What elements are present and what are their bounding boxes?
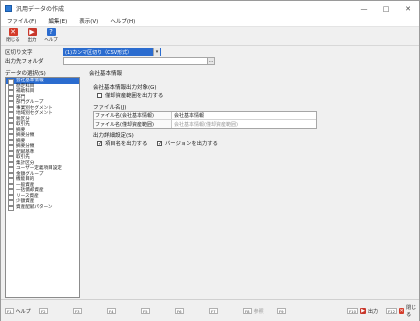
close-icon: ✕ <box>399 308 405 314</box>
help-icon: ? <box>46 28 56 36</box>
file-row: ファイル名(会社基本情報) 会社基本情報 <box>94 112 316 120</box>
detail-option-item-name[interactable]: ✓ 項目名を出力する <box>97 139 147 147</box>
function-key-tag: F5 <box>141 308 150 314</box>
close-button-label: 閉じる <box>6 38 20 43</box>
output-button[interactable]: ▶ 出力 <box>23 27 41 45</box>
app-window: 汎用データの作成 — □ ✕ ファイル(F) 編集(E) 表示(V) ヘルプ(H… <box>0 0 420 321</box>
output-target-checkbox-label: 僅却資産範囲を出力する <box>105 93 164 99</box>
function-key-tag: F10 <box>347 308 359 314</box>
delimiter-label: 区切り文字 <box>5 49 33 56</box>
function-key-label: ヘルプ <box>15 308 31 315</box>
maximize-button[interactable]: □ <box>375 1 397 16</box>
filename-input[interactable]: 会社基本情報(僅却資産範囲) <box>172 120 316 128</box>
menu-bar: ファイル(F) 編集(E) 表示(V) ヘルプ(H) <box>1 16 419 27</box>
output-target-option[interactable]: 僅却資産範囲を出力する <box>97 91 163 99</box>
delimiter-value: (1)カンマ区切り（CSV形式） <box>65 49 133 56</box>
function-key-f10[interactable]: F10 ▶ 出力 <box>347 306 378 316</box>
help-button-label: ヘルプ <box>44 38 58 43</box>
menu-view[interactable]: 表示(V) <box>73 17 104 25</box>
toolbar: ✕ 閉じる ▶ 出力 ? ヘルプ <box>1 27 419 46</box>
item-name-checkbox-label: 項目名を出力する <box>105 141 148 147</box>
data-list-title: データの選択(S) <box>5 71 46 77</box>
function-key-f4: F4 <box>107 306 116 316</box>
close-window-button[interactable]: ✕ <box>397 1 419 16</box>
output-icon: ▶ <box>27 28 37 36</box>
window-controls: — □ ✕ <box>353 1 419 16</box>
delimiter-select[interactable]: (1)カンマ区切り（CSV形式） ▾ <box>63 48 161 56</box>
data-listbox[interactable]: 会社基本情報 勘定科目 補助科目 部門 部門グループ 事業別セグメント 地域別セグメント 税区… <box>5 77 80 298</box>
minimize-button[interactable]: — <box>353 1 375 16</box>
function-key-tag: F9 <box>277 308 286 314</box>
window-title: 汎用データの作成 <box>16 6 65 13</box>
function-key-label: 参照 <box>253 308 264 315</box>
folder-label: 出力先フォルダ <box>5 58 44 65</box>
function-key-tag: F12 <box>386 308 398 314</box>
menu-edit[interactable]: 編集(E) <box>42 17 73 25</box>
output-target-label: 会社基本情報出力対象(G) <box>93 85 157 91</box>
function-key-tag: F3 <box>73 308 82 314</box>
filename-label: ファイル名(J) <box>93 105 127 111</box>
function-key-f8: F8 参照 <box>243 306 264 316</box>
function-key-f6: F6 <box>175 306 184 316</box>
function-key-label: 閉じる <box>406 305 417 318</box>
item-name-checkbox[interactable]: ✓ <box>97 140 102 146</box>
file-row: ファイル名(僅却資産範囲) 会社基本情報(僅却資産範囲) <box>94 120 316 128</box>
menu-file[interactable]: ファイル(F) <box>1 17 42 25</box>
function-key-tag: F4 <box>107 308 116 314</box>
delimiter-row: 区切り文字 <box>5 47 63 56</box>
menu-help[interactable]: ヘルプ(H) <box>104 17 141 25</box>
chevron-down-icon[interactable]: ▾ <box>153 48 160 56</box>
function-key-f5: F5 <box>141 306 150 316</box>
file-row-label: ファイル名(会社基本情報) <box>94 112 172 119</box>
function-key-tag: F2 <box>39 308 48 314</box>
browse-folder-button[interactable]: … <box>207 57 215 65</box>
close-button[interactable]: ✕ 閉じる <box>4 27 22 45</box>
output-button-label: 出力 <box>27 38 37 43</box>
detail-option-version[interactable]: ✓ バージョンを出力する <box>157 139 218 147</box>
filename-table: ファイル名(会社基本情報) 会社基本情報 ファイル名(僅却資産範囲) 会社基本情… <box>93 111 317 129</box>
function-key-f3: F3 <box>73 306 82 316</box>
version-checkbox[interactable]: ✓ <box>157 140 162 146</box>
output-target-checkbox[interactable] <box>97 92 102 98</box>
function-key-tag: F6 <box>175 308 184 314</box>
title-bar: 汎用データの作成 — □ ✕ <box>1 1 419 16</box>
function-key-tag: F8 <box>243 308 252 314</box>
function-key-f12[interactable]: F12 ✕ 閉じる <box>386 305 419 318</box>
app-icon <box>5 5 12 12</box>
help-button[interactable]: ? ヘルプ <box>42 27 60 45</box>
output-icon: ▶ <box>360 308 367 314</box>
function-key-f9: F9 <box>277 306 286 316</box>
version-checkbox-label: バージョンを出力する <box>165 141 218 147</box>
function-key-tag: F7 <box>209 308 218 314</box>
function-key-bar: F1 ヘルプ F2 F3 F4 F5 F6 F7 F8 参照 F9 F10 ▶ 出力 F12 ✕ 閉じる <box>1 299 419 321</box>
function-key-tag: F1 <box>5 308 14 314</box>
filename-input[interactable]: 会社基本情報 <box>172 112 316 119</box>
function-key-f7: F7 <box>209 306 218 316</box>
panel-title: 会社基本情報 <box>89 71 123 77</box>
function-key-f2: F2 <box>39 306 48 316</box>
detail-label: 出力詳細設定(S) <box>93 133 134 139</box>
folder-input[interactable] <box>63 57 215 65</box>
function-key-f1[interactable]: F1 ヘルプ <box>5 306 31 316</box>
data-list-item[interactable]: 資産配賦パターン <box>6 205 79 211</box>
file-row-label: ファイル名(僅却資産範囲) <box>94 120 172 128</box>
close-icon: ✕ <box>8 28 18 36</box>
folder-row: 出力先フォルダ <box>5 56 63 65</box>
function-key-label: 出力 <box>368 308 379 315</box>
